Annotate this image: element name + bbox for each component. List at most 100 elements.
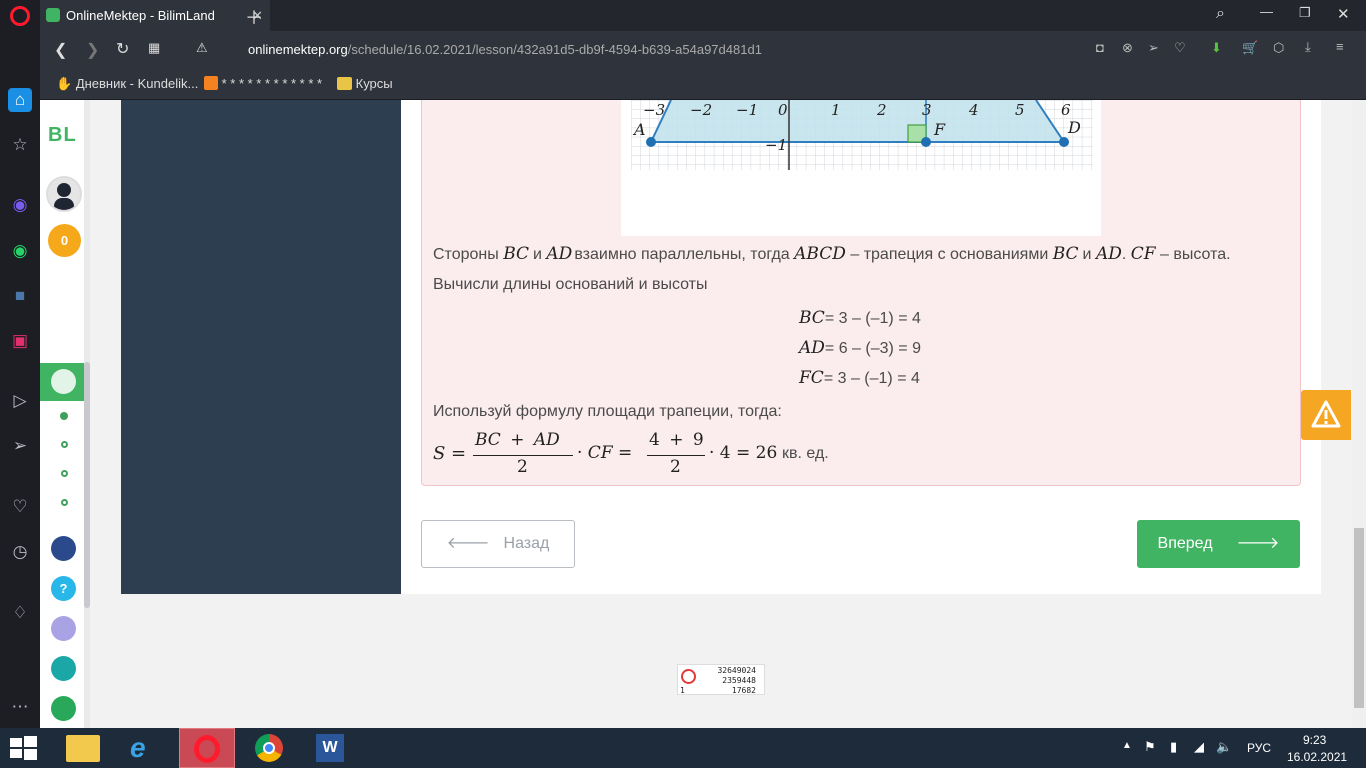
tray-battery-icon[interactable]: ▮	[1170, 739, 1177, 755]
bilim-center-icon[interactable]	[51, 656, 76, 681]
url-path: /schedule/16.02.2021/lesson/432a91d5-db9…	[347, 42, 762, 57]
step-dot-4[interactable]	[61, 499, 68, 506]
cart-icon[interactable]: 🛒	[1242, 40, 1258, 56]
label-d: D	[1068, 118, 1081, 137]
counter-today: 17682	[731, 686, 756, 695]
chrome-icon[interactable]	[255, 734, 283, 762]
math-var: AD	[1095, 244, 1122, 264]
speed-dial-icon[interactable]: ☆	[8, 133, 32, 157]
camera-icon[interactable]: ◘	[1096, 40, 1104, 55]
avatar[interactable]	[46, 176, 82, 212]
restore-button[interactable]: ❐	[1299, 5, 1311, 21]
eq-expr: = 3 – (–1) = 4	[824, 310, 921, 327]
step-dot-1[interactable]	[60, 412, 68, 420]
fraction-2-denominator: 2	[670, 457, 681, 477]
next-button[interactable]: Вперед 🡒	[1137, 520, 1300, 568]
word-icon[interactable]: W	[316, 734, 344, 762]
more-icon[interactable]: ⋯	[8, 695, 32, 719]
tray-volume-icon[interactable]: 🔈	[1216, 739, 1232, 755]
tick-x-6: 6	[1061, 101, 1071, 119]
lesson-active-block[interactable]	[40, 363, 84, 401]
menu-icon[interactable]: ≡	[1336, 39, 1344, 54]
tab-bar: OnlineMektep - BilimLand ✕ ＋ ⌕ — ❐ ✕	[40, 0, 1366, 31]
clock-time[interactable]: 9:23	[1303, 733, 1326, 747]
trapezoid-fill	[651, 100, 1064, 142]
tick-x-1: 1	[831, 101, 841, 119]
site-sidebar: BL 0 ?	[40, 100, 84, 728]
bookmark-label: * * * * * * * * * * * *	[221, 76, 323, 91]
forward-icon[interactable]: ❯	[86, 40, 99, 60]
whatsapp-icon[interactable]: ◉	[8, 239, 32, 263]
bookmark-courses[interactable]: Курсы	[337, 76, 393, 91]
download-ext-icon[interactable]: ⬇	[1211, 40, 1222, 56]
tray-expand-icon[interactable]: ▲	[1122, 740, 1132, 751]
bookmark-kundelik[interactable]: ✋ Дневник - Kundelik...	[56, 76, 198, 92]
counter-total: 32649024	[717, 666, 756, 675]
step-dot-2[interactable]	[61, 441, 68, 448]
brand-logo[interactable]: BL	[48, 124, 77, 147]
opera-logo-icon[interactable]	[10, 6, 30, 26]
player-icon[interactable]: ▷	[8, 389, 32, 413]
help-icon[interactable]: ?	[51, 576, 76, 601]
eq-var: FC	[799, 368, 824, 388]
tick-x-m1: −1	[736, 101, 759, 119]
bilimland-icon[interactable]	[51, 696, 76, 721]
url-domain: onlinemektep.org	[248, 42, 348, 57]
tick-x-m2: −2	[690, 101, 713, 119]
file-explorer-icon[interactable]	[66, 735, 100, 762]
formula-unit: кв. ед.	[782, 445, 829, 462]
start-icon[interactable]	[8, 736, 38, 760]
vk-icon[interactable]: ■	[8, 284, 32, 308]
flow-icon[interactable]: ➢	[1148, 40, 1159, 56]
cube-icon[interactable]: ⬡	[1273, 40, 1284, 56]
eq-expr: = 3 – (–1) = 4	[823, 370, 920, 387]
news-icon[interactable]	[51, 616, 76, 641]
text-part: и	[1082, 246, 1092, 263]
search-tabs-icon[interactable]: ⌕	[1216, 5, 1225, 23]
back-button[interactable]: 🡐 Назад	[421, 520, 575, 568]
tray-flag-icon[interactable]: ⚑	[1144, 739, 1156, 755]
point-a	[646, 137, 656, 147]
reload-icon[interactable]: ↻	[116, 39, 129, 59]
messenger-icon[interactable]: ◉	[8, 193, 32, 217]
eq-expr: = 6 – (–3) = 9	[824, 340, 921, 357]
page-scrollbar[interactable]	[1352, 100, 1366, 728]
visit-counter[interactable]: 32649024 2359448 17682 1	[677, 664, 765, 695]
tabs-grid-icon[interactable]: ▦	[148, 40, 160, 56]
url-field[interactable]: onlinemektep.org/schedule/16.02.2021/les…	[248, 42, 762, 57]
adblock-icon[interactable]: ⊗	[1122, 40, 1133, 56]
bookmark-label: Дневник - Kundelik...	[75, 76, 199, 91]
text-part: взаимно параллельны, тогда	[574, 246, 790, 263]
language-indicator[interactable]: РУС	[1247, 741, 1271, 755]
minimize-button[interactable]: —	[1260, 4, 1273, 19]
back-icon[interactable]: ❮	[54, 40, 67, 60]
next-label: Вперед	[1157, 535, 1213, 552]
history-icon[interactable]: ◷	[8, 540, 32, 564]
arrow-left-icon: 🡐	[446, 535, 490, 552]
downloads-icon[interactable]: ⤓	[1305, 39, 1311, 55]
smart-nation-icon[interactable]	[51, 536, 76, 561]
label-f: F	[934, 120, 946, 139]
internet-explorer-icon[interactable]: e	[130, 732, 146, 764]
lightbulb-icon[interactable]: ♢	[8, 601, 32, 625]
bookmark-ok[interactable]: * * * * * * * * * * * *	[204, 76, 322, 91]
tray-network-icon[interactable]: ◢	[1194, 739, 1204, 755]
text-part: – высота.	[1160, 246, 1231, 263]
coins-badge[interactable]: 0	[48, 224, 81, 257]
step-dot-3[interactable]	[61, 470, 68, 477]
security-icon[interactable]: ⚠	[196, 40, 208, 56]
close-window-button[interactable]: ✕	[1337, 5, 1350, 23]
new-tab-button[interactable]: ＋	[245, 4, 263, 30]
send-icon[interactable]: ➢	[8, 434, 32, 458]
label-a: A	[634, 120, 646, 139]
report-problem-button[interactable]	[1301, 390, 1351, 440]
formula-mid: · CF =	[577, 443, 633, 463]
home-icon[interactable]: ⌂	[8, 88, 32, 112]
tab-active[interactable]: OnlineMektep - BilimLand ✕	[40, 0, 270, 31]
back-label: Назад	[503, 535, 550, 552]
heart-icon[interactable]: ♡	[8, 495, 32, 519]
bookmark-heart-icon[interactable]: ♡	[1174, 40, 1186, 56]
instagram-icon[interactable]: ▣	[8, 329, 32, 353]
clock-date[interactable]: 16.02.2021	[1287, 750, 1347, 764]
opera-taskbar-icon[interactable]	[179, 728, 235, 768]
